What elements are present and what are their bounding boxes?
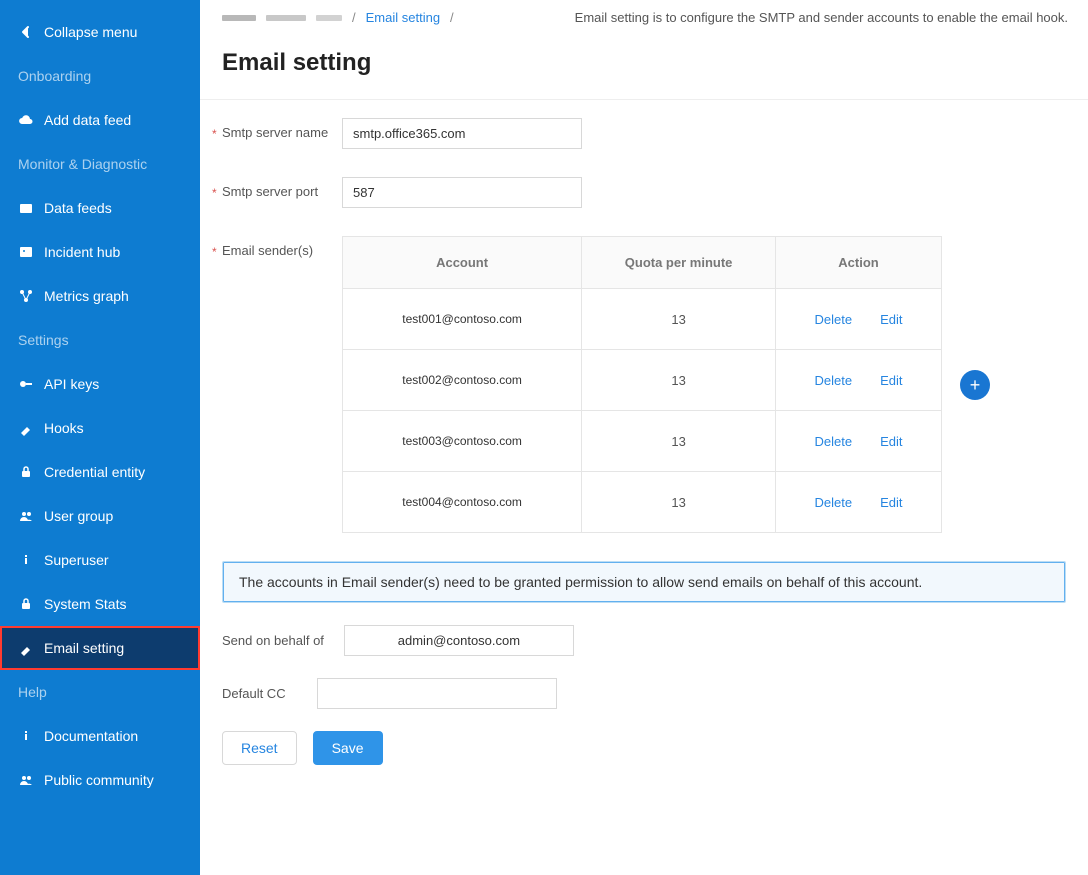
sidebar-item-api-keys[interactable]: API keys [0,362,200,406]
delete-link[interactable]: Delete [815,373,853,388]
smtp-server-port-label: Smtp server port [222,177,342,199]
column-account: Account [343,237,582,289]
sidebar-item-system-stats[interactable]: System Stats [0,582,200,626]
sidebar-item-credential-entity[interactable]: Credential entity [0,450,200,494]
sender-account: test001@contoso.com [392,307,532,331]
info-icon [18,728,34,744]
photo-icon [18,244,34,260]
sidebar-section-help: Help [0,670,200,714]
sidebar-item-public-community[interactable]: Public community [0,758,200,802]
send-on-behalf-input[interactable] [344,625,574,656]
lock-icon [18,464,34,480]
page-title: Email setting [200,35,1088,99]
send-on-behalf-label: Send on behalf of [222,633,324,648]
lock-icon [18,596,34,612]
email-senders-table: Account Quota per minute Action test001@… [342,236,942,533]
breadcrumb-current[interactable]: Email setting [366,10,440,25]
info-banner: The accounts in Email sender(s) need to … [222,561,1066,603]
graph-icon [18,288,34,304]
smtp-server-name-input[interactable] [342,118,582,149]
breadcrumb-separator: / [352,10,356,25]
edit-link[interactable]: Edit [880,495,902,510]
page-description: Email setting is to configure the SMTP a… [575,10,1068,25]
breadcrumb-redacted [316,15,342,21]
sender-quota: 13 [582,411,776,472]
breadcrumb-separator: / [450,10,454,25]
breadcrumb-redacted [222,15,256,21]
collapse-menu-label: Collapse menu [44,24,137,40]
save-button[interactable]: Save [313,731,383,765]
edit-link[interactable]: Edit [880,434,902,449]
sender-quota: 13 [582,289,776,350]
delete-link[interactable]: Delete [815,495,853,510]
sidebar-item-incident-hub[interactable]: Incident hub [0,230,200,274]
chevron-left-icon [18,24,34,40]
sender-account: test002@contoso.com [392,368,532,392]
delete-link[interactable]: Delete [815,434,853,449]
default-cc-input[interactable] [317,678,557,709]
main-content: / Email setting / Email setting is to co… [200,0,1088,875]
plus-icon: + [970,376,981,394]
sidebar-item-metrics-graph[interactable]: Metrics graph [0,274,200,318]
reset-button[interactable]: Reset [222,731,297,765]
table-row: test001@contoso.com 13 Delete Edit [343,289,942,350]
sidebar-item-hooks[interactable]: Hooks [0,406,200,450]
archive-icon [18,200,34,216]
key-icon [18,376,34,392]
add-sender-button[interactable]: + [960,370,990,400]
sender-account: test003@contoso.com [392,429,532,453]
sidebar-section-settings: Settings [0,318,200,362]
table-row: test004@contoso.com 13 Delete Edit [343,472,942,533]
collapse-menu[interactable]: Collapse menu [0,10,200,54]
wrench-icon [18,640,34,656]
sender-account: test004@contoso.com [392,490,532,514]
table-row: test002@contoso.com 13 Delete Edit [343,350,942,411]
sidebar-item-superuser[interactable]: Superuser [0,538,200,582]
breadcrumb-redacted [266,15,306,21]
edit-link[interactable]: Edit [880,373,902,388]
sidebar-item-email-setting[interactable]: Email setting [0,626,200,670]
table-row: test003@contoso.com 13 Delete Edit [343,411,942,472]
email-senders-label: Email sender(s) [222,236,342,258]
sender-quota: 13 [582,472,776,533]
smtp-server-port-input[interactable] [342,177,582,208]
edit-link[interactable]: Edit [880,312,902,327]
cloud-upload-icon [18,112,34,128]
sidebar-item-data-feeds[interactable]: Data feeds [0,186,200,230]
column-action: Action [776,237,942,289]
sidebar-item-add-data-feed[interactable]: Add data feed [0,98,200,142]
sidebar-section-onboarding: Onboarding [0,54,200,98]
users-icon [18,508,34,524]
sidebar-item-user-group[interactable]: User group [0,494,200,538]
column-quota: Quota per minute [582,237,776,289]
breadcrumb: / Email setting / [222,10,454,25]
smtp-server-name-label: Smtp server name [222,118,342,140]
sender-quota: 13 [582,350,776,411]
top-bar: / Email setting / Email setting is to co… [200,0,1088,35]
sidebar: Collapse menu Onboarding Add data feed M… [0,0,200,875]
info-icon [18,552,34,568]
default-cc-label: Default CC [222,686,297,701]
plug-icon [18,420,34,436]
sidebar-section-monitor: Monitor & Diagnostic [0,142,200,186]
users-icon [18,772,34,788]
delete-link[interactable]: Delete [815,312,853,327]
sidebar-item-documentation[interactable]: Documentation [0,714,200,758]
